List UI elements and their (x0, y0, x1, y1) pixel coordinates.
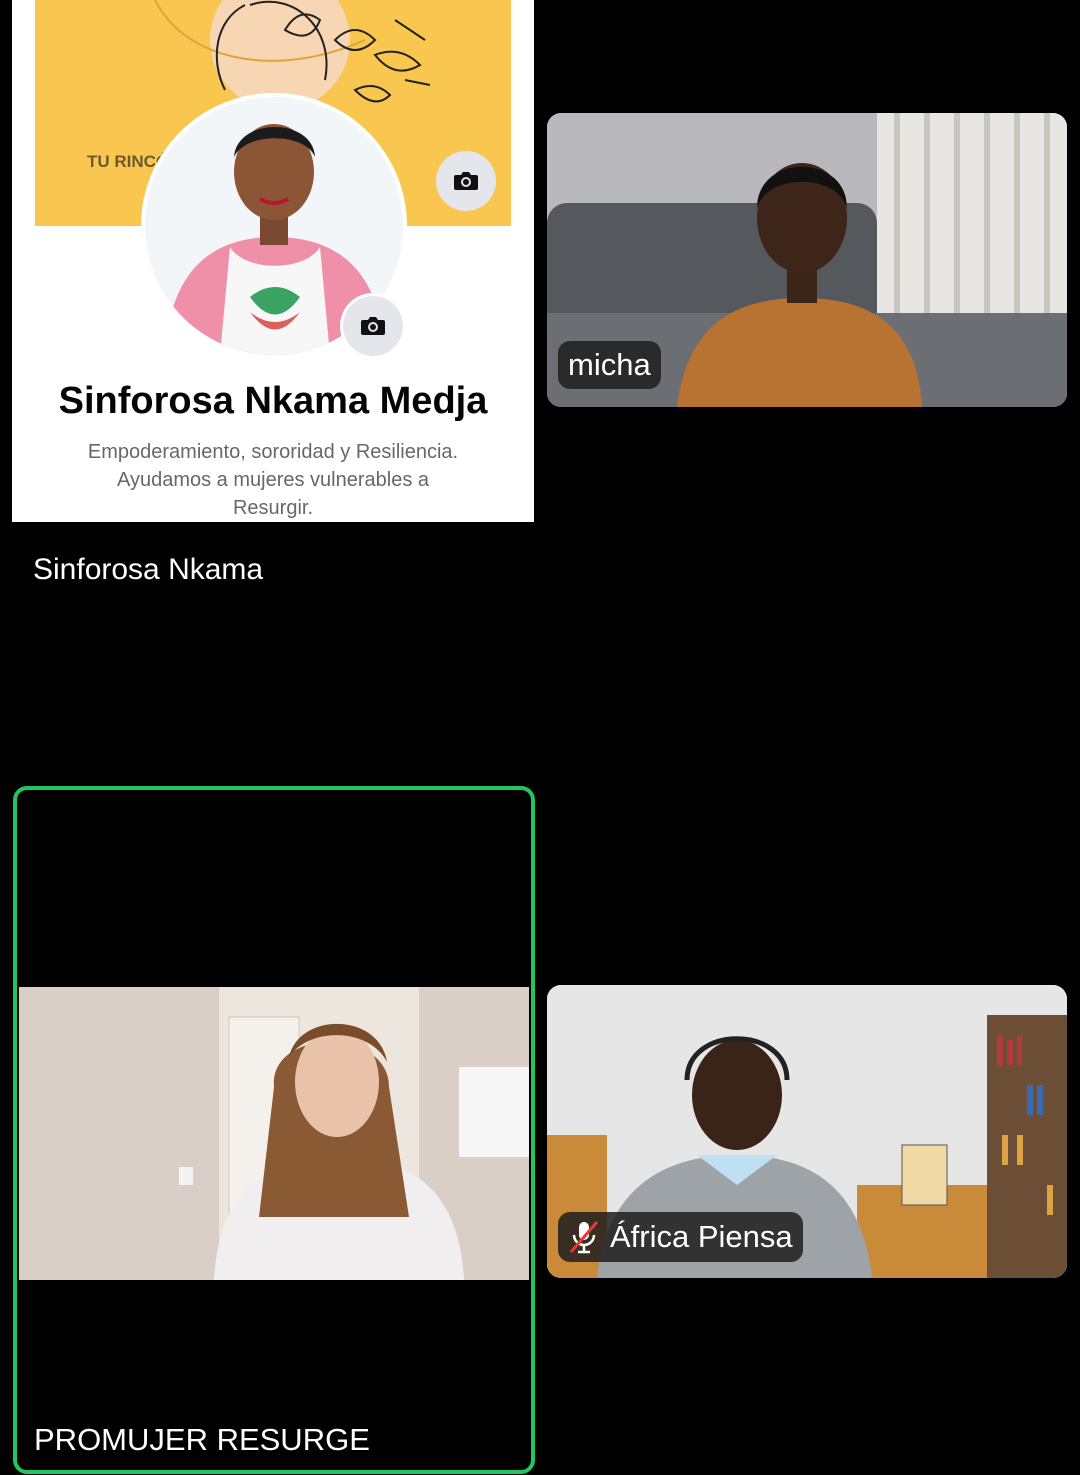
edit-avatar-button[interactable] (343, 296, 403, 356)
participant-name-label: micha (558, 341, 661, 389)
participant-name-label: África Piensa (558, 1212, 803, 1262)
camera-icon (361, 317, 385, 335)
participant-tile-promujer[interactable]: PROMUJER RESURGE (13, 786, 535, 1474)
participant-tile-africa-piensa[interactable]: África Piensa (547, 985, 1067, 1278)
camera-icon (454, 172, 478, 190)
profile-bio: Empoderamiento, sororidad y Resiliencia.… (42, 438, 504, 522)
participant-name-text: micha (568, 347, 651, 382)
edit-cover-button[interactable] (436, 151, 496, 211)
mic-muted-icon (569, 1221, 599, 1254)
participant-tile-micha[interactable]: micha (547, 113, 1067, 407)
participant-name-label: PROMUJER RESURGE (34, 1422, 370, 1457)
participant-tile-sinforosa[interactable]: TU RINCÓ Sinforosa Nkama Medja Empoderam… (12, 0, 534, 522)
participant-name-label: Sinforosa Nkama (33, 553, 264, 586)
profile-name: Sinforosa Nkama Medja (58, 380, 488, 422)
participant-video (19, 987, 529, 1280)
bio-line: Resurgir. (232, 497, 314, 519)
bio-line: Empoderamiento, sororidad y Resiliencia. (87, 441, 459, 463)
participant-name-text: África Piensa (610, 1219, 793, 1254)
bio-line: Ayudamos a mujeres vulnerables a (116, 469, 430, 491)
